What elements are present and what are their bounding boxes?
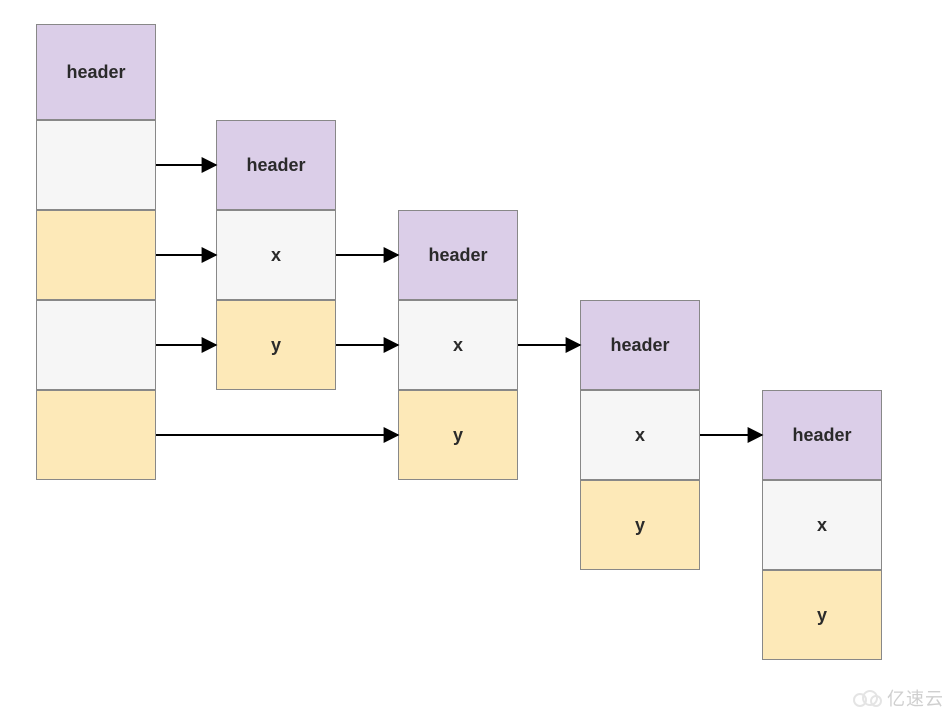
col2-y: y — [398, 390, 518, 480]
col4-header: header — [762, 390, 882, 480]
col3-header: header — [580, 300, 700, 390]
col2-header: header — [398, 210, 518, 300]
col4-x: x — [762, 480, 882, 570]
col1-header: header — [216, 120, 336, 210]
col1-y: y — [216, 300, 336, 390]
col4-y: y — [762, 570, 882, 660]
col0-slot-3 — [36, 300, 156, 390]
col3-x: x — [580, 390, 700, 480]
col1-x: x — [216, 210, 336, 300]
col0-slot-4 — [36, 390, 156, 480]
col0-slot-2 — [36, 210, 156, 300]
col2-x: x — [398, 300, 518, 390]
col0-header: header — [36, 24, 156, 120]
watermark: 亿速云 — [849, 685, 944, 711]
col0-slot-1 — [36, 120, 156, 210]
col3-y: y — [580, 480, 700, 570]
cloud-icon — [849, 687, 883, 709]
watermark-text: 亿速云 — [887, 685, 944, 711]
